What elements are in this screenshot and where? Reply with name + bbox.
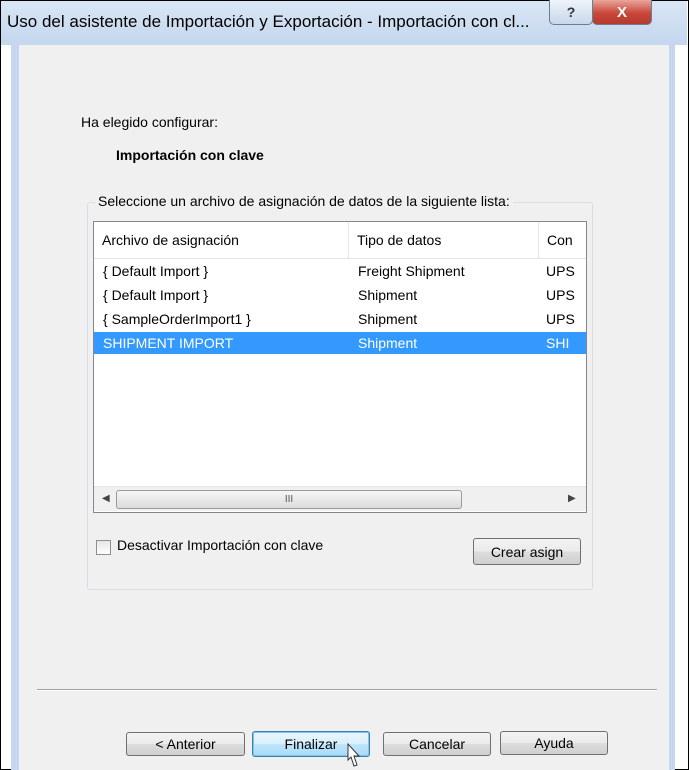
help-button[interactable]: Ayuda bbox=[500, 731, 608, 755]
list-row[interactable]: { SampleOrderImport1 } Shipment UPS bbox=[94, 308, 586, 330]
cancel-button[interactable]: Cancelar bbox=[383, 732, 491, 756]
cell-con: UPS bbox=[546, 263, 575, 279]
cell-tipo: Shipment bbox=[358, 287, 418, 303]
question-mark-icon: ? bbox=[566, 4, 576, 20]
cell-archivo: { SampleOrderImport1 } bbox=[103, 311, 251, 327]
disable-keyed-import-checkbox[interactable] bbox=[96, 540, 111, 555]
window-title: Uso del asistente de Importación y Expor… bbox=[7, 12, 530, 31]
list-header: Archivo de asignación Tipo de datos Con bbox=[94, 222, 586, 259]
scroll-grip-icon: III bbox=[284, 494, 294, 505]
horizontal-scrollbar[interactable]: ◀ III ▶ bbox=[94, 486, 586, 511]
back-button[interactable]: < Anterior bbox=[126, 732, 245, 756]
create-mapping-button[interactable]: Crear asign bbox=[473, 538, 581, 565]
list-row[interactable]: { Default Import } Freight Shipment UPS bbox=[94, 260, 586, 282]
cell-archivo: { Default Import } bbox=[103, 263, 209, 279]
cell-con: SHI bbox=[546, 335, 570, 351]
cell-con: UPS bbox=[546, 287, 575, 303]
cell-tipo: Shipment bbox=[358, 335, 418, 351]
group-legend: Seleccione un archivo de asignación de d… bbox=[95, 193, 513, 209]
selected-option-label: Importación con clave bbox=[116, 147, 264, 163]
close-window-button[interactable]: X bbox=[592, 0, 652, 25]
cell-archivo: { Default Import } bbox=[103, 287, 209, 303]
column-header-archivo[interactable]: Archivo de asignación bbox=[94, 222, 349, 258]
scroll-right-arrow-icon[interactable]: ▶ bbox=[568, 493, 576, 504]
cell-archivo: SHIPMENT IMPORT bbox=[103, 335, 234, 351]
list-row[interactable]: { Default Import } Shipment UPS bbox=[94, 284, 586, 306]
close-icon: X bbox=[616, 3, 627, 21]
cell-tipo: Shipment bbox=[358, 311, 418, 327]
cell-tipo: Freight Shipment bbox=[358, 263, 465, 279]
scrollbar-thumb[interactable]: III bbox=[116, 490, 462, 509]
column-header-tipo[interactable]: Tipo de datos bbox=[349, 222, 539, 258]
column-header-con[interactable]: Con bbox=[539, 222, 586, 258]
scroll-left-arrow-icon[interactable]: ◀ bbox=[102, 493, 110, 504]
intro-label: Ha elegido configurar: bbox=[81, 114, 218, 130]
cell-con: UPS bbox=[546, 311, 575, 327]
disable-keyed-import-label[interactable]: Desactivar Importación con clave bbox=[117, 537, 323, 553]
mapping-file-list[interactable]: Archivo de asignación Tipo de datos Con … bbox=[93, 221, 587, 513]
help-window-button[interactable]: ? bbox=[549, 0, 593, 25]
footer-separator-highlight bbox=[37, 690, 657, 691]
mouse-pointer-icon bbox=[347, 742, 361, 767]
list-row-selected[interactable]: SHIPMENT IMPORT Shipment SHI bbox=[94, 332, 586, 354]
